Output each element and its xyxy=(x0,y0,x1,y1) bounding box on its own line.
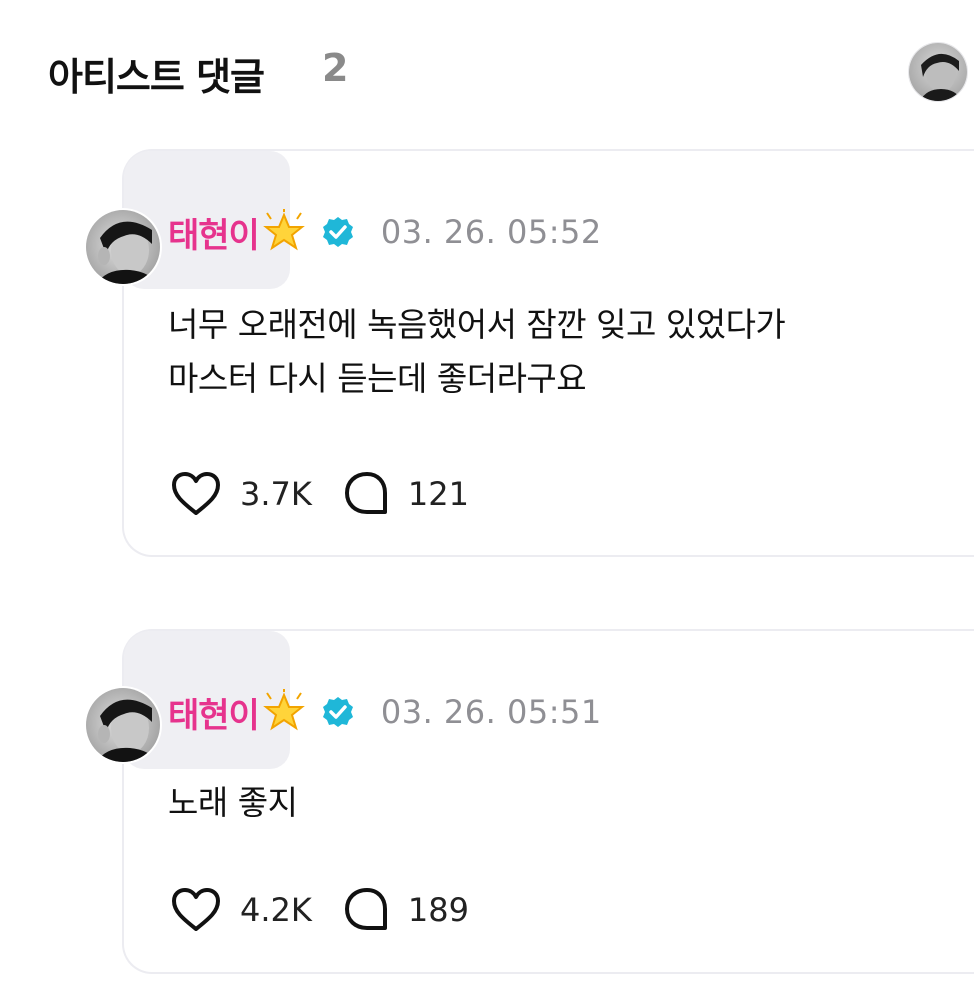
reply-bubble-icon[interactable] xyxy=(342,470,392,518)
comment-actions: 3.7K 121 xyxy=(170,468,469,520)
comment-text: 너무 오래전에 녹음했어서 잠깐 잊고 있었다가 마스터 다시 듣는데 좋더라구… xyxy=(168,305,786,398)
comment-meta: 태현이 03. 26. 05:51 xyxy=(168,688,602,736)
avatar[interactable] xyxy=(84,208,162,286)
like-count: 4.2K xyxy=(240,891,312,929)
header: 아티스트 댓글 2 xyxy=(0,0,974,140)
sparkle-star-icon xyxy=(262,689,305,731)
like-count: 3.7K xyxy=(240,475,312,513)
comment-meta: 태현이 03. 26. 05:52 xyxy=(168,208,602,256)
author-name[interactable]: 태현이 xyxy=(168,208,260,257)
reply-count: 189 xyxy=(407,891,469,929)
reply-bubble-icon[interactable] xyxy=(342,886,392,934)
verified-check-icon xyxy=(322,217,353,247)
verified-check-icon xyxy=(322,697,353,727)
comment-text: 노래 좋지 xyxy=(168,783,298,822)
author-name[interactable]: 태현이 xyxy=(168,688,260,737)
heart-icon[interactable] xyxy=(170,887,222,933)
comment-actions: 4.2K 189 xyxy=(170,884,469,936)
sparkle-star-icon xyxy=(262,209,305,251)
comment-count: 2 xyxy=(322,46,349,90)
heart-icon[interactable] xyxy=(170,471,222,517)
reply-count: 121 xyxy=(407,475,469,513)
user-avatar[interactable] xyxy=(908,42,968,102)
timestamp: 03. 26. 05:52 xyxy=(380,213,602,251)
avatar[interactable] xyxy=(84,686,162,764)
timestamp: 03. 26. 05:51 xyxy=(380,693,602,731)
page-title: 아티스트 댓글 xyxy=(48,55,265,99)
